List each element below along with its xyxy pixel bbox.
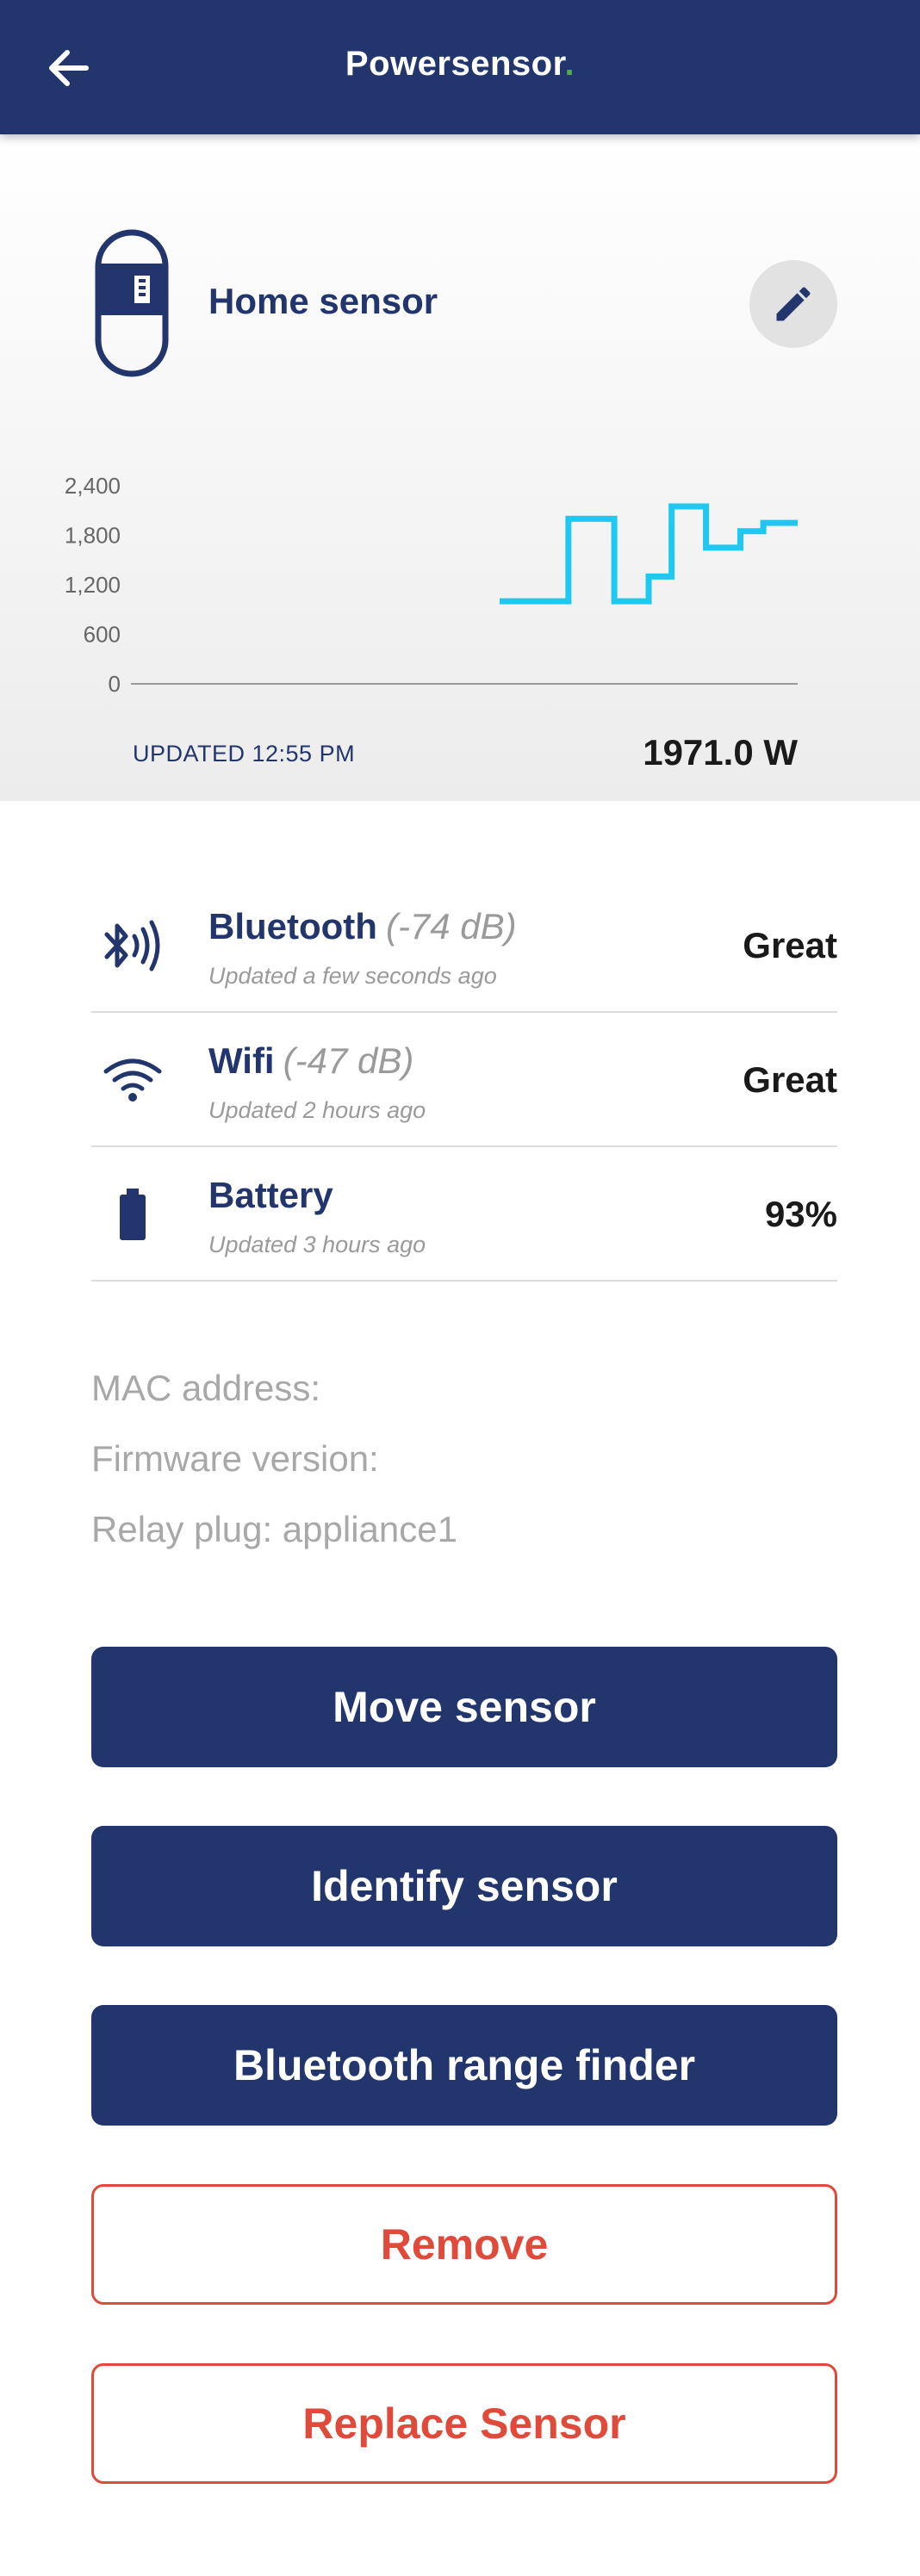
- y-tick-label: 600: [84, 622, 121, 648]
- status-value: 93%: [764, 1194, 837, 1234]
- firmware-version: Firmware version:: [91, 1438, 379, 1479]
- signal-strength: (-74 dB): [385, 906, 517, 947]
- battery-icon: [100, 1182, 165, 1247]
- pencil-icon: [776, 287, 811, 321]
- signal-strength: (-47 dB): [283, 1040, 414, 1081]
- y-tick-label: 0: [109, 671, 121, 697]
- y-tick-label: 2,400: [65, 473, 121, 499]
- status-value: Great: [743, 925, 837, 965]
- status-row-battery: Battery Updated 3 hours ago 93%: [91, 1147, 837, 1282]
- power-series-line: [500, 503, 798, 605]
- device-info: MAC address: Firmware version: Relay plu…: [91, 1362, 457, 1574]
- app-bar: Powersensor.: [0, 0, 920, 134]
- updated-time: UPDATED 12:55 PM: [133, 741, 356, 767]
- sensor-device-icon: [95, 229, 169, 377]
- app-title-text: Powersensor: [345, 45, 565, 83]
- status-updated: Updated 3 hours ago: [208, 1232, 426, 1257]
- status-name-label: Wifi: [208, 1040, 275, 1081]
- status-updated: Updated 2 hours ago: [208, 1097, 426, 1123]
- status-list: Bluetooth (-74 dB) Updated a few seconds …: [91, 878, 837, 1282]
- y-tick-label: 1,200: [65, 572, 121, 598]
- bluetooth-range-finder-button[interactable]: Bluetooth range finder: [91, 2005, 837, 2126]
- remove-button[interactable]: Remove: [91, 2184, 837, 2305]
- app-title: Powersensor.: [0, 45, 920, 84]
- status-name: Wifi (-47 dB): [208, 1040, 413, 1082]
- mac-address: MAC address:: [91, 1368, 321, 1408]
- status-row-bluetooth: Bluetooth (-74 dB) Updated a few seconds …: [91, 878, 837, 1013]
- bluetooth-signal-icon: [100, 913, 165, 978]
- relay-plug: Relay plug: appliance1: [91, 1509, 457, 1549]
- edit-sensor-button[interactable]: [749, 260, 837, 348]
- replace-sensor-button[interactable]: Replace Sensor: [91, 2363, 837, 2484]
- status-value: Great: [743, 1059, 837, 1100]
- status-row-wifi: Wifi (-47 dB) Updated 2 hours ago Great: [91, 1013, 837, 1147]
- status-name: Battery: [208, 1175, 333, 1216]
- current-power: 1971.0 W: [643, 732, 798, 773]
- status-name-label: Battery: [208, 1175, 333, 1215]
- wifi-icon: [100, 1047, 165, 1113]
- sensor-name: Home sensor: [208, 281, 438, 321]
- identify-sensor-button[interactable]: Identify sensor: [91, 1826, 837, 1946]
- title-dot: .: [564, 45, 575, 83]
- status-name: Bluetooth (-74 dB): [208, 906, 517, 947]
- status-name-label: Bluetooth: [208, 906, 377, 947]
- power-chart: 2,400 1,800 1,200 600 0: [65, 473, 798, 697]
- status-updated: Updated a few seconds ago: [208, 963, 497, 989]
- y-tick-label: 1,800: [65, 523, 121, 549]
- move-sensor-button[interactable]: Move sensor: [91, 1647, 837, 1767]
